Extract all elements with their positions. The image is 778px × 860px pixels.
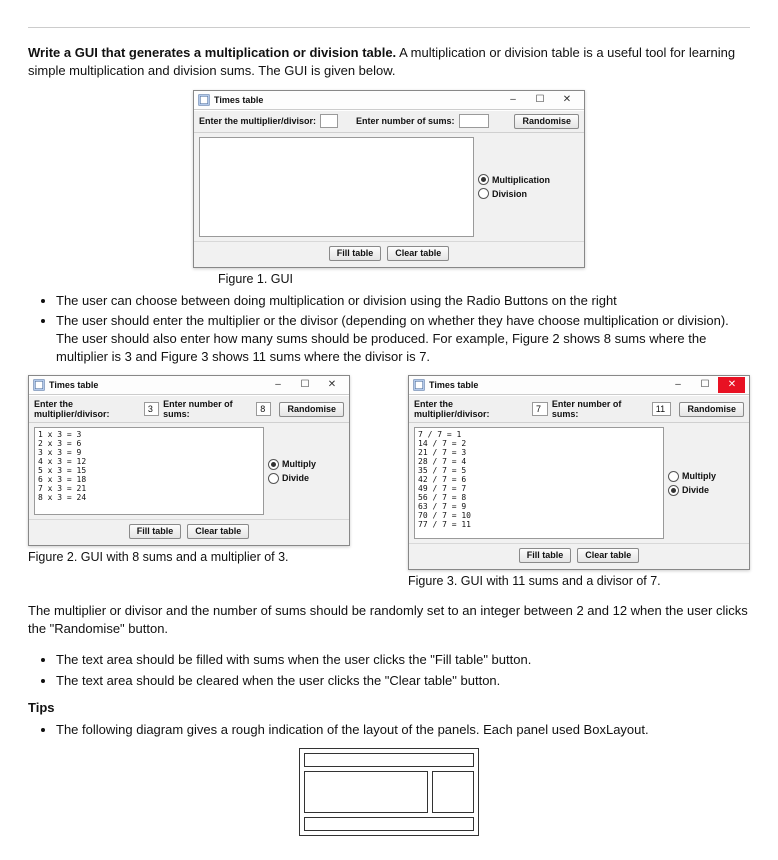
bullet-2b: The text area should be cleared when the… <box>56 672 750 690</box>
radio-div-label: Divide <box>282 473 309 483</box>
figure1-caption: Figure 1. GUI <box>218 272 750 286</box>
diagram-top-panel <box>304 753 474 767</box>
radio-dot-icon <box>478 188 489 199</box>
sums-label: Enter number of sums: <box>552 399 648 419</box>
minimize-button[interactable]: – <box>499 92 526 108</box>
tips-heading: Tips <box>28 700 750 715</box>
radio-dot-icon <box>268 459 279 470</box>
window-fig1: Times table – ☐ ✕ Enter the multiplier/d… <box>193 90 585 268</box>
intro-bold: Write a GUI that generates a multiplicat… <box>28 45 396 60</box>
radio-dot-icon <box>668 471 679 482</box>
app-icon <box>198 94 210 106</box>
radio-multiplication[interactable]: Multiplication <box>478 174 550 185</box>
radio-multiply[interactable]: Multiply <box>268 459 316 470</box>
close-button[interactable]: ✕ <box>318 377 345 393</box>
sums-label: Enter number of sums: <box>163 399 252 419</box>
radio-divide[interactable]: Divide <box>268 473 316 484</box>
radio-dot-icon <box>478 174 489 185</box>
radio-mult-label: Multiply <box>682 471 716 481</box>
randomise-button[interactable]: Randomise <box>679 402 744 417</box>
titlebar: Times table – ☐ ✕ <box>194 91 584 110</box>
randomise-paragraph: The multiplier or divisor and the number… <box>28 602 750 638</box>
multiplier-label: Enter the multiplier/divisor: <box>34 399 140 419</box>
close-button[interactable]: ✕ <box>718 377 745 393</box>
clear-table-button[interactable]: Clear table <box>187 524 249 539</box>
mode-radio-group: Multiplication Division <box>478 174 550 199</box>
window-title: Times table <box>429 380 664 390</box>
window-title: Times table <box>49 380 264 390</box>
sums-label: Enter number of sums: <box>356 116 455 126</box>
bullet-1a: The user can choose between doing multip… <box>56 292 750 310</box>
radio-multiply[interactable]: Multiply <box>668 471 716 482</box>
randomise-button[interactable]: Randomise <box>279 402 344 417</box>
multiplier-label: Enter the multiplier/divisor: <box>199 116 316 126</box>
maximize-button[interactable]: ☐ <box>526 92 553 108</box>
bullet-2a: The text area should be filled with sums… <box>56 651 750 669</box>
tips-list: The following diagram gives a rough indi… <box>28 721 750 739</box>
app-icon <box>33 379 45 391</box>
multiplier-input[interactable] <box>320 114 338 128</box>
clear-table-button[interactable]: Clear table <box>577 548 639 563</box>
radio-div-label: Division <box>492 189 527 199</box>
multiplier-input[interactable]: 3 <box>144 402 159 416</box>
multiplier-label: Enter the multiplier/divisor: <box>414 399 528 419</box>
clear-table-button[interactable]: Clear table <box>387 246 449 261</box>
bullet-list-2: The text area should be filled with sums… <box>28 651 750 689</box>
tip-1: The following diagram gives a rough indi… <box>56 721 750 739</box>
radio-div-label: Divide <box>682 485 709 495</box>
figure2-caption: Figure 2. GUI with 8 sums and a multipli… <box>28 550 368 564</box>
sums-textarea[interactable]: 1 x 3 = 3 2 x 3 = 6 3 x 3 = 9 4 x 3 = 12… <box>34 427 264 515</box>
diagram-radio-panel <box>432 771 475 813</box>
bullet-list-1: The user can choose between doing multip… <box>28 292 750 365</box>
randomise-button[interactable]: Randomise <box>514 114 579 129</box>
top-toolbar: Enter the multiplier/divisor: Enter numb… <box>194 110 584 133</box>
radio-mult-label: Multiply <box>282 459 316 469</box>
fill-table-button[interactable]: Fill table <box>329 246 382 261</box>
bullet-1b: The user should enter the multiplier or … <box>56 312 750 365</box>
figure3-caption: Figure 3. GUI with 11 sums and a divisor… <box>408 574 750 588</box>
window-fig3: Times table – ☐ ✕ Enter the multiplier/d… <box>408 375 750 570</box>
sums-textarea[interactable] <box>199 137 474 237</box>
maximize-button[interactable]: ☐ <box>291 377 318 393</box>
layout-diagram <box>299 748 479 836</box>
titlebar: Times table – ☐ ✕ <box>29 376 349 395</box>
sums-input[interactable] <box>459 114 489 128</box>
close-button[interactable]: ✕ <box>553 92 580 108</box>
minimize-button[interactable]: – <box>664 377 691 393</box>
radio-mult-label: Multiplication <box>492 175 550 185</box>
diagram-textarea-panel <box>304 771 428 813</box>
intro-paragraph: Write a GUI that generates a multiplicat… <box>28 44 750 80</box>
radio-division[interactable]: Division <box>478 188 550 199</box>
radio-dot-icon <box>268 473 279 484</box>
titlebar: Times table – ☐ ✕ <box>409 376 749 395</box>
radio-dot-icon <box>668 485 679 496</box>
fill-table-button[interactable]: Fill table <box>519 548 572 563</box>
sums-textarea[interactable]: 7 / 7 = 1 14 / 7 = 2 21 / 7 = 3 28 / 7 =… <box>414 427 664 539</box>
radio-divide[interactable]: Divide <box>668 485 716 496</box>
multiplier-input[interactable]: 7 <box>532 402 548 416</box>
sums-input[interactable]: 8 <box>256 402 271 416</box>
minimize-button[interactable]: – <box>264 377 291 393</box>
diagram-bottom-panel <box>304 817 474 831</box>
maximize-button[interactable]: ☐ <box>691 377 718 393</box>
fill-table-button[interactable]: Fill table <box>129 524 182 539</box>
app-icon <box>413 379 425 391</box>
sums-input[interactable]: 11 <box>652 402 672 416</box>
window-title: Times table <box>214 95 499 105</box>
window-fig2: Times table – ☐ ✕ Enter the multiplier/d… <box>28 375 350 546</box>
